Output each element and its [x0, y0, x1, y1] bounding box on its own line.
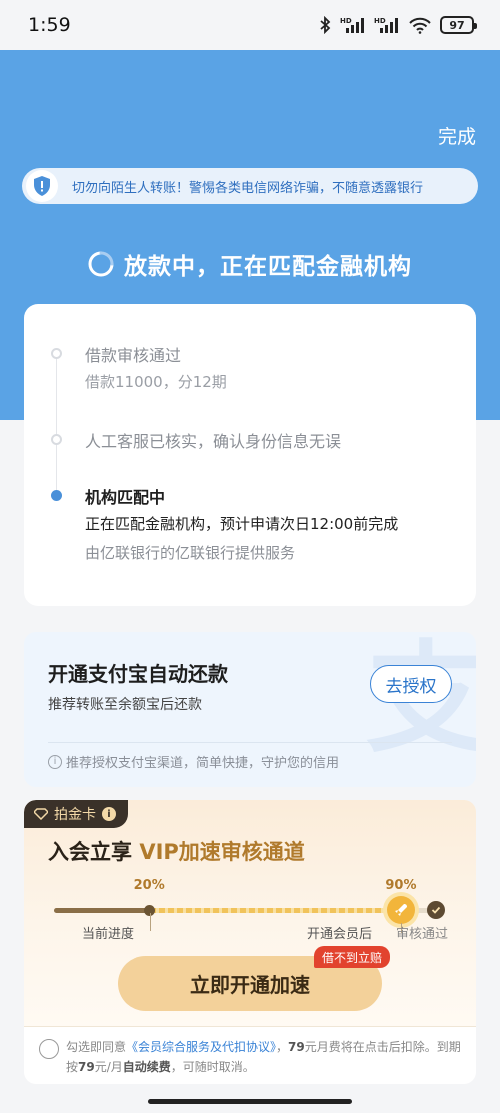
info-icon: i — [48, 754, 62, 769]
progress-steps-card: 借款审核通过 借款11000，分12期 人工客服已核实，确认身份信息无误 机构匹… — [24, 304, 476, 606]
divider — [48, 742, 452, 743]
status-icons: HD HD 97 — [318, 16, 477, 34]
vip-headline: 入会立享 VIP加速审核通道 — [48, 836, 305, 866]
rocket-icon — [387, 896, 416, 924]
compensation-badge: 借不到立赔 — [314, 946, 391, 968]
step-title: 人工客服已核实，确认身份信息无误 — [85, 432, 342, 451]
step-service-provider: 由亿联银行的亿联银行提供服务 — [85, 544, 296, 562]
label-current-progress: 当前进度 — [82, 927, 135, 942]
step-dot — [51, 348, 62, 359]
label-review-passed: 审核通过 — [396, 927, 449, 942]
hd-label-1: HD — [340, 17, 352, 25]
member-percent: 90% — [385, 878, 417, 893]
agreement-link[interactable]: 《会员综合服务及代扣协议》 — [126, 1040, 276, 1054]
status-bar: 1:59 HD HD 97 — [0, 0, 500, 50]
agreement-text: 勾选即同意《会员综合服务及代扣协议》，79元月费将在点击后扣除。到期按79元/月… — [66, 1037, 466, 1077]
vip-tag-label: 拍金卡 — [54, 807, 96, 823]
alipay-autopay-card: 支 开通支付宝自动还款 推荐转账至余额宝后还款 去授权 i 推荐授权支付宝渠道，… — [24, 632, 476, 787]
progress-current-fill — [54, 908, 150, 913]
agreement-text-part: ， — [276, 1040, 289, 1054]
auto-renew-label: 自动续费 — [122, 1060, 171, 1074]
current-percent: 20% — [133, 878, 165, 893]
agreement-text-part: 元/月 — [94, 1060, 123, 1074]
shield-icon — [26, 170, 58, 202]
label-after-membership: 开通会员后 — [307, 927, 373, 942]
step-title: 借款审核通过 — [85, 346, 182, 365]
step-dot — [51, 434, 62, 445]
progress-boost-fill — [149, 908, 402, 913]
signal-icon-2: HD — [374, 16, 400, 34]
step-dot-active — [51, 490, 62, 501]
info-icon[interactable]: i — [102, 807, 116, 821]
vip-card: 拍金卡 i 入会立享 VIP加速审核通道 20% 90% 当前进度 开通会员后 … — [24, 800, 476, 1026]
tick-line — [149, 913, 151, 931]
fraud-warning-bar: 切勿向陌生人转账！警惕各类电信网络诈骗，不随意透露银行 — [22, 168, 478, 204]
alipay-title: 开通支付宝自动还款 — [48, 662, 228, 686]
loading-spinner-icon — [88, 251, 114, 277]
monthly-fee: 79 — [288, 1040, 305, 1054]
agreement-prefix: 勾选即同意 — [66, 1040, 127, 1054]
lending-status-title: 放款中，正在匹配金融机构 — [124, 254, 412, 280]
step-subtitle: 借款11000，分12期 — [85, 373, 227, 391]
hd-label-2: HD — [374, 17, 386, 25]
status-time: 1:59 — [28, 14, 71, 36]
wifi-icon — [408, 16, 432, 34]
alipay-note: i 推荐授权支付宝渠道，简单快捷，守护您的信用 — [48, 752, 339, 771]
agreement-section: 勾选即同意《会员综合服务及代扣协议》，79元月费将在点击后扣除。到期按79元/月… — [24, 1026, 476, 1084]
check-icon — [427, 901, 445, 919]
step-title: 机构匹配中 — [85, 488, 166, 507]
vip-headline-prefix: 入会立享 — [48, 840, 140, 864]
step-subtitle: 正在匹配金融机构，预计申请次日12:00前完成 — [85, 515, 399, 533]
authorize-button[interactable]: 去授权 — [370, 665, 452, 703]
agreement-checkbox[interactable] — [39, 1039, 59, 1059]
renewal-fee: 79 — [78, 1060, 95, 1074]
home-indicator — [148, 1099, 352, 1104]
vip-tag[interactable]: 拍金卡 i — [24, 800, 128, 828]
alipay-note-text: 推荐授权支付宝渠道，简单快捷，守护您的信用 — [66, 756, 340, 771]
done-button[interactable]: 完成 — [438, 122, 476, 149]
vip-progress: 20% 90% 当前进度 开通会员后 审核通过 — [24, 875, 476, 945]
fraud-warning-text: 切勿向陌生人转账！警惕各类电信网络诈骗，不随意透露银行 — [72, 180, 424, 196]
vip-headline-highlight: VIP加速审核通道 — [139, 840, 305, 864]
bluetooth-icon — [318, 16, 332, 34]
timeline-line — [56, 354, 57, 494]
alipay-subtitle: 推荐转账至余额宝后还款 — [48, 697, 202, 713]
signal-icon: HD — [340, 16, 366, 34]
battery-icon: 97 — [440, 16, 477, 34]
agreement-text-part: ，可随时取消。 — [170, 1060, 255, 1074]
lending-status: 放款中，正在匹配金融机构 — [0, 244, 500, 284]
battery-level: 97 — [449, 18, 465, 32]
diamond-icon — [34, 808, 48, 820]
